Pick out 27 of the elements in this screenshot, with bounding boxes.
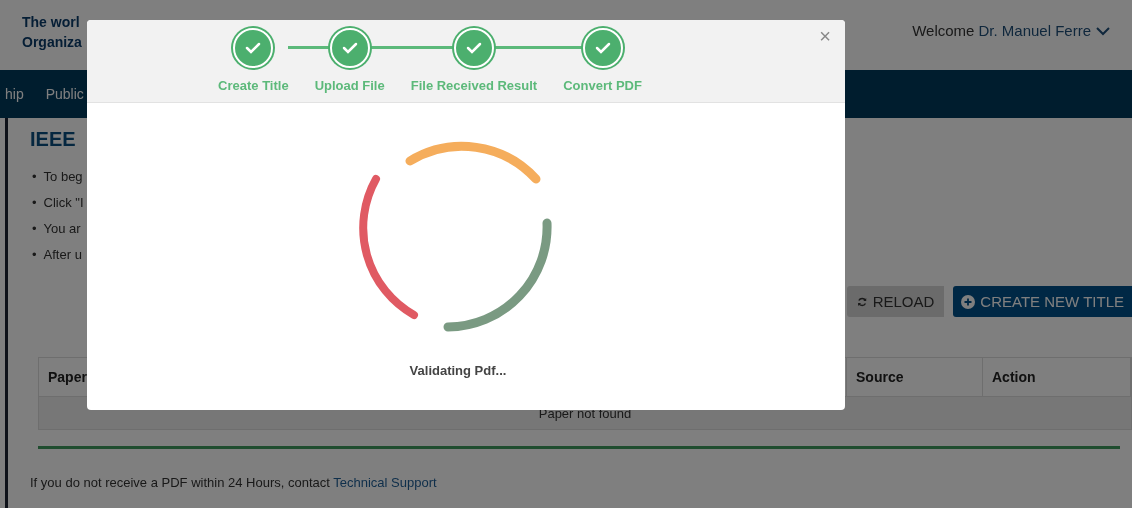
step-label: Create Title — [218, 78, 289, 93]
technical-support-link[interactable]: Technical Support — [333, 475, 437, 490]
reload-button[interactable]: RELOAD — [847, 286, 945, 317]
user-menu[interactable]: Dr. Manuel Ferre — [978, 22, 1110, 39]
chevron-down-icon — [1096, 25, 1110, 36]
organization-title: Organiza — [22, 34, 82, 50]
nav-item[interactable]: Public — [45, 86, 84, 102]
organization-title: The worl — [22, 14, 81, 30]
plus-circle-icon — [961, 294, 976, 309]
instruction-item: After u — [43, 246, 82, 264]
nav-item[interactable]: hip — [5, 86, 24, 102]
instruction-item: Click "I — [43, 194, 84, 212]
page-heading: IEEE — [30, 127, 77, 152]
footer-note: If you do not receive a PDF within 24 Hours, contact Technical Support — [30, 475, 438, 490]
status-text: Validating Pdf... — [409, 363, 507, 378]
step-label: Upload File — [314, 78, 385, 93]
bullet-marker: • — [32, 246, 37, 264]
step-label: File Received Result — [410, 78, 538, 93]
create-title-button[interactable]: CREATE NEW TITLE — [953, 286, 1132, 317]
step-label: Convert PDF — [563, 78, 642, 93]
bullet-marker: • — [32, 194, 37, 212]
bullet-marker: • — [32, 168, 37, 186]
instruction-item: To beg — [43, 168, 83, 186]
instruction-item: You ar — [43, 220, 81, 238]
welcome-text: Welcome — [912, 22, 975, 39]
bullet-marker: • — [32, 220, 37, 238]
close-button[interactable]: × — [813, 24, 837, 49]
